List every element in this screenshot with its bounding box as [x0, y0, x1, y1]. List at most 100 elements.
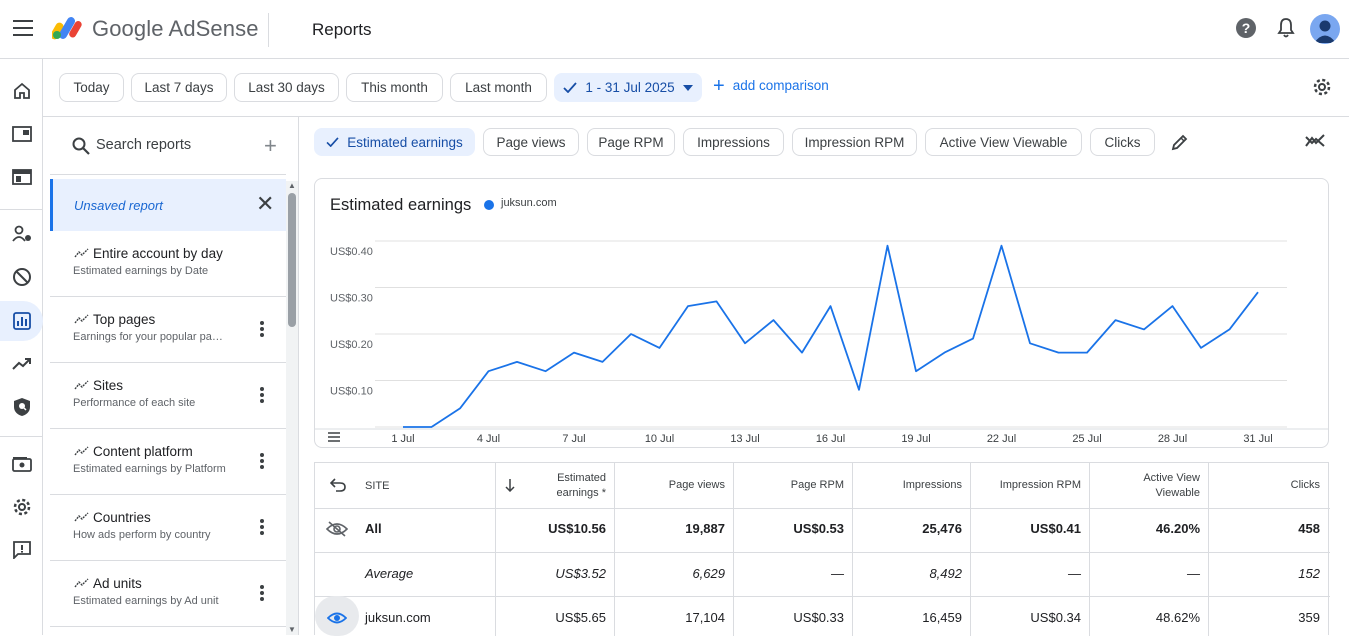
date-chip-today[interactable]: Today: [59, 73, 124, 102]
x-tick-label: 13 Jul: [730, 433, 759, 445]
column-header-impression-rpm[interactable]: Impression RPM: [976, 478, 1081, 493]
date-range-label: 1 - 31 Jul 2025: [585, 80, 675, 95]
home-icon[interactable]: [0, 71, 43, 111]
date-chip-last-30-days[interactable]: Last 30 days: [234, 73, 339, 102]
row-divider: [315, 552, 1330, 553]
metric-chip-page-views[interactable]: Page views: [483, 128, 579, 156]
notifications-icon[interactable]: [1277, 18, 1295, 38]
page-title: Reports: [312, 20, 372, 39]
close-icon[interactable]: ✕: [256, 191, 274, 217]
help-icon[interactable]: ?: [1236, 18, 1256, 38]
table-cell: —: [831, 566, 844, 581]
metric-chip-clicks[interactable]: Clicks: [1090, 128, 1155, 156]
block-icon[interactable]: [0, 257, 43, 297]
table-cell: US$3.52: [555, 566, 606, 581]
date-chip-last-month[interactable]: Last month: [450, 73, 547, 102]
report-desc: How ads perform by country: [73, 529, 211, 541]
hide-all-icon[interactable]: [325, 521, 349, 542]
visibility-eye-icon[interactable]: [326, 611, 348, 630]
report-item[interactable]: Countries How ads perform by country: [50, 495, 286, 561]
more-options-icon[interactable]: [260, 321, 264, 337]
y-tick-label: US$0.10: [330, 386, 373, 398]
date-chip-this-month[interactable]: This month: [346, 73, 443, 102]
scroll-up-icon[interactable]: ▲: [288, 181, 296, 190]
table-cell: US$0.34: [1030, 610, 1081, 625]
column-header-clicks[interactable]: Clicks: [1214, 478, 1320, 493]
table-cell: 19,887: [685, 521, 725, 536]
table-cell: 46.20%: [1155, 521, 1200, 536]
column-header-active-view-viewable[interactable]: Active View Viewable: [1095, 471, 1200, 501]
report-desc: Performance of each site: [73, 397, 196, 409]
undo-icon[interactable]: [329, 478, 346, 497]
line-chart[interactable]: US$0.40 US$0.30 US$0.20 US$0.10 1 Jul 4 Jul 7 …: [315, 179, 1328, 447]
column-header-page-rpm[interactable]: Page RPM: [739, 478, 844, 493]
menu-icon[interactable]: [13, 20, 33, 36]
privacy-icon[interactable]: [0, 214, 43, 254]
settings-icon[interactable]: [0, 487, 43, 527]
column-divider: [1208, 463, 1209, 636]
column-divider: [852, 463, 853, 636]
x-tick-label: 28 Jul: [1158, 433, 1187, 445]
report-name: Top pages: [93, 312, 156, 327]
earnings-chart-card: Estimated earnings juksun.com US$0.40 US$…: [314, 178, 1329, 448]
date-range-picker[interactable]: 1 - 31 Jul 2025: [554, 73, 702, 102]
report-desc: Estimated earnings by Platform: [73, 463, 226, 475]
x-tick-label: 7 Jul: [562, 433, 585, 445]
divider: [268, 13, 269, 47]
ads-icon[interactable]: [0, 114, 43, 154]
column-divider: [495, 463, 496, 636]
payments-icon[interactable]: [0, 444, 43, 484]
table-cell: US$5.65: [555, 610, 606, 625]
x-tick-label: 1 Jul: [391, 433, 414, 445]
add-report-icon[interactable]: +: [264, 133, 277, 159]
table-cell: 359: [1298, 610, 1320, 625]
reports-icon[interactable]: [0, 301, 43, 341]
edit-icon[interactable]: [1171, 133, 1189, 151]
content-icon[interactable]: [0, 157, 43, 197]
table-cell: US$0.41: [1030, 521, 1081, 536]
scrollbar-thumb[interactable]: [288, 193, 296, 327]
table-cell: US$0.33: [793, 610, 844, 625]
report-item[interactable]: Sites Performance of each site: [50, 363, 286, 429]
more-options-icon[interactable]: [260, 585, 264, 601]
metric-chip-impressions[interactable]: Impressions: [683, 128, 784, 156]
metric-chip-page-rpm[interactable]: Page RPM: [587, 128, 675, 156]
metric-chip-active-view-viewable[interactable]: Active View Viewable: [925, 128, 1082, 156]
chart-type-icon[interactable]: [1305, 133, 1325, 149]
metric-chip-estimated-earnings[interactable]: Estimated earnings: [314, 128, 475, 156]
report-item[interactable]: Content platform Estimated earnings by P…: [50, 429, 286, 495]
rail-divider: [0, 209, 43, 210]
column-divider: [1089, 463, 1090, 636]
metric-chip-impression-rpm[interactable]: Impression RPM: [792, 128, 917, 156]
report-name: Countries: [93, 510, 151, 525]
unsaved-report-label: Unsaved report: [74, 198, 163, 213]
policy-center-icon[interactable]: [0, 387, 43, 427]
feedback-icon[interactable]: [0, 530, 43, 570]
add-comparison-button[interactable]: + add comparison: [713, 76, 829, 96]
x-tick-label: 10 Jul: [645, 433, 674, 445]
reports-scrollbar[interactable]: ▲ ▼: [286, 181, 298, 635]
column-header-impressions[interactable]: Impressions: [858, 478, 962, 493]
report-settings-icon[interactable]: [1312, 77, 1332, 97]
report-item[interactable]: Ad units Estimated earnings by Ad unit: [50, 561, 286, 627]
table-cell: —: [1068, 566, 1081, 581]
table-cell: 152: [1298, 566, 1320, 581]
more-options-icon[interactable]: [260, 387, 264, 403]
column-header-page-views[interactable]: Page views: [620, 478, 725, 493]
optimization-icon[interactable]: [0, 344, 43, 384]
search-input[interactable]: Search reports: [96, 137, 191, 153]
row-site-name: juksun.com: [365, 610, 431, 625]
row-site-name: Average: [365, 566, 414, 581]
scroll-down-icon[interactable]: ▼: [288, 625, 296, 634]
unsaved-report-item[interactable]: Unsaved report ✕: [50, 179, 286, 231]
more-options-icon[interactable]: [260, 453, 264, 469]
date-chip-last-7-days[interactable]: Last 7 days: [131, 73, 227, 102]
report-item[interactable]: Top pages Earnings for your popular page…: [50, 297, 286, 363]
table-cell: 48.62%: [1155, 610, 1200, 625]
column-header-estimated-earnings[interactable]: Estimated earnings *: [501, 471, 606, 501]
more-options-icon[interactable]: [260, 519, 264, 535]
search-reports[interactable]: Search reports +: [50, 117, 286, 175]
report-item[interactable]: Entire account by day Estimated earnings…: [50, 231, 286, 297]
y-tick-label: US$0.40: [330, 246, 373, 258]
avatar[interactable]: [1310, 14, 1340, 44]
